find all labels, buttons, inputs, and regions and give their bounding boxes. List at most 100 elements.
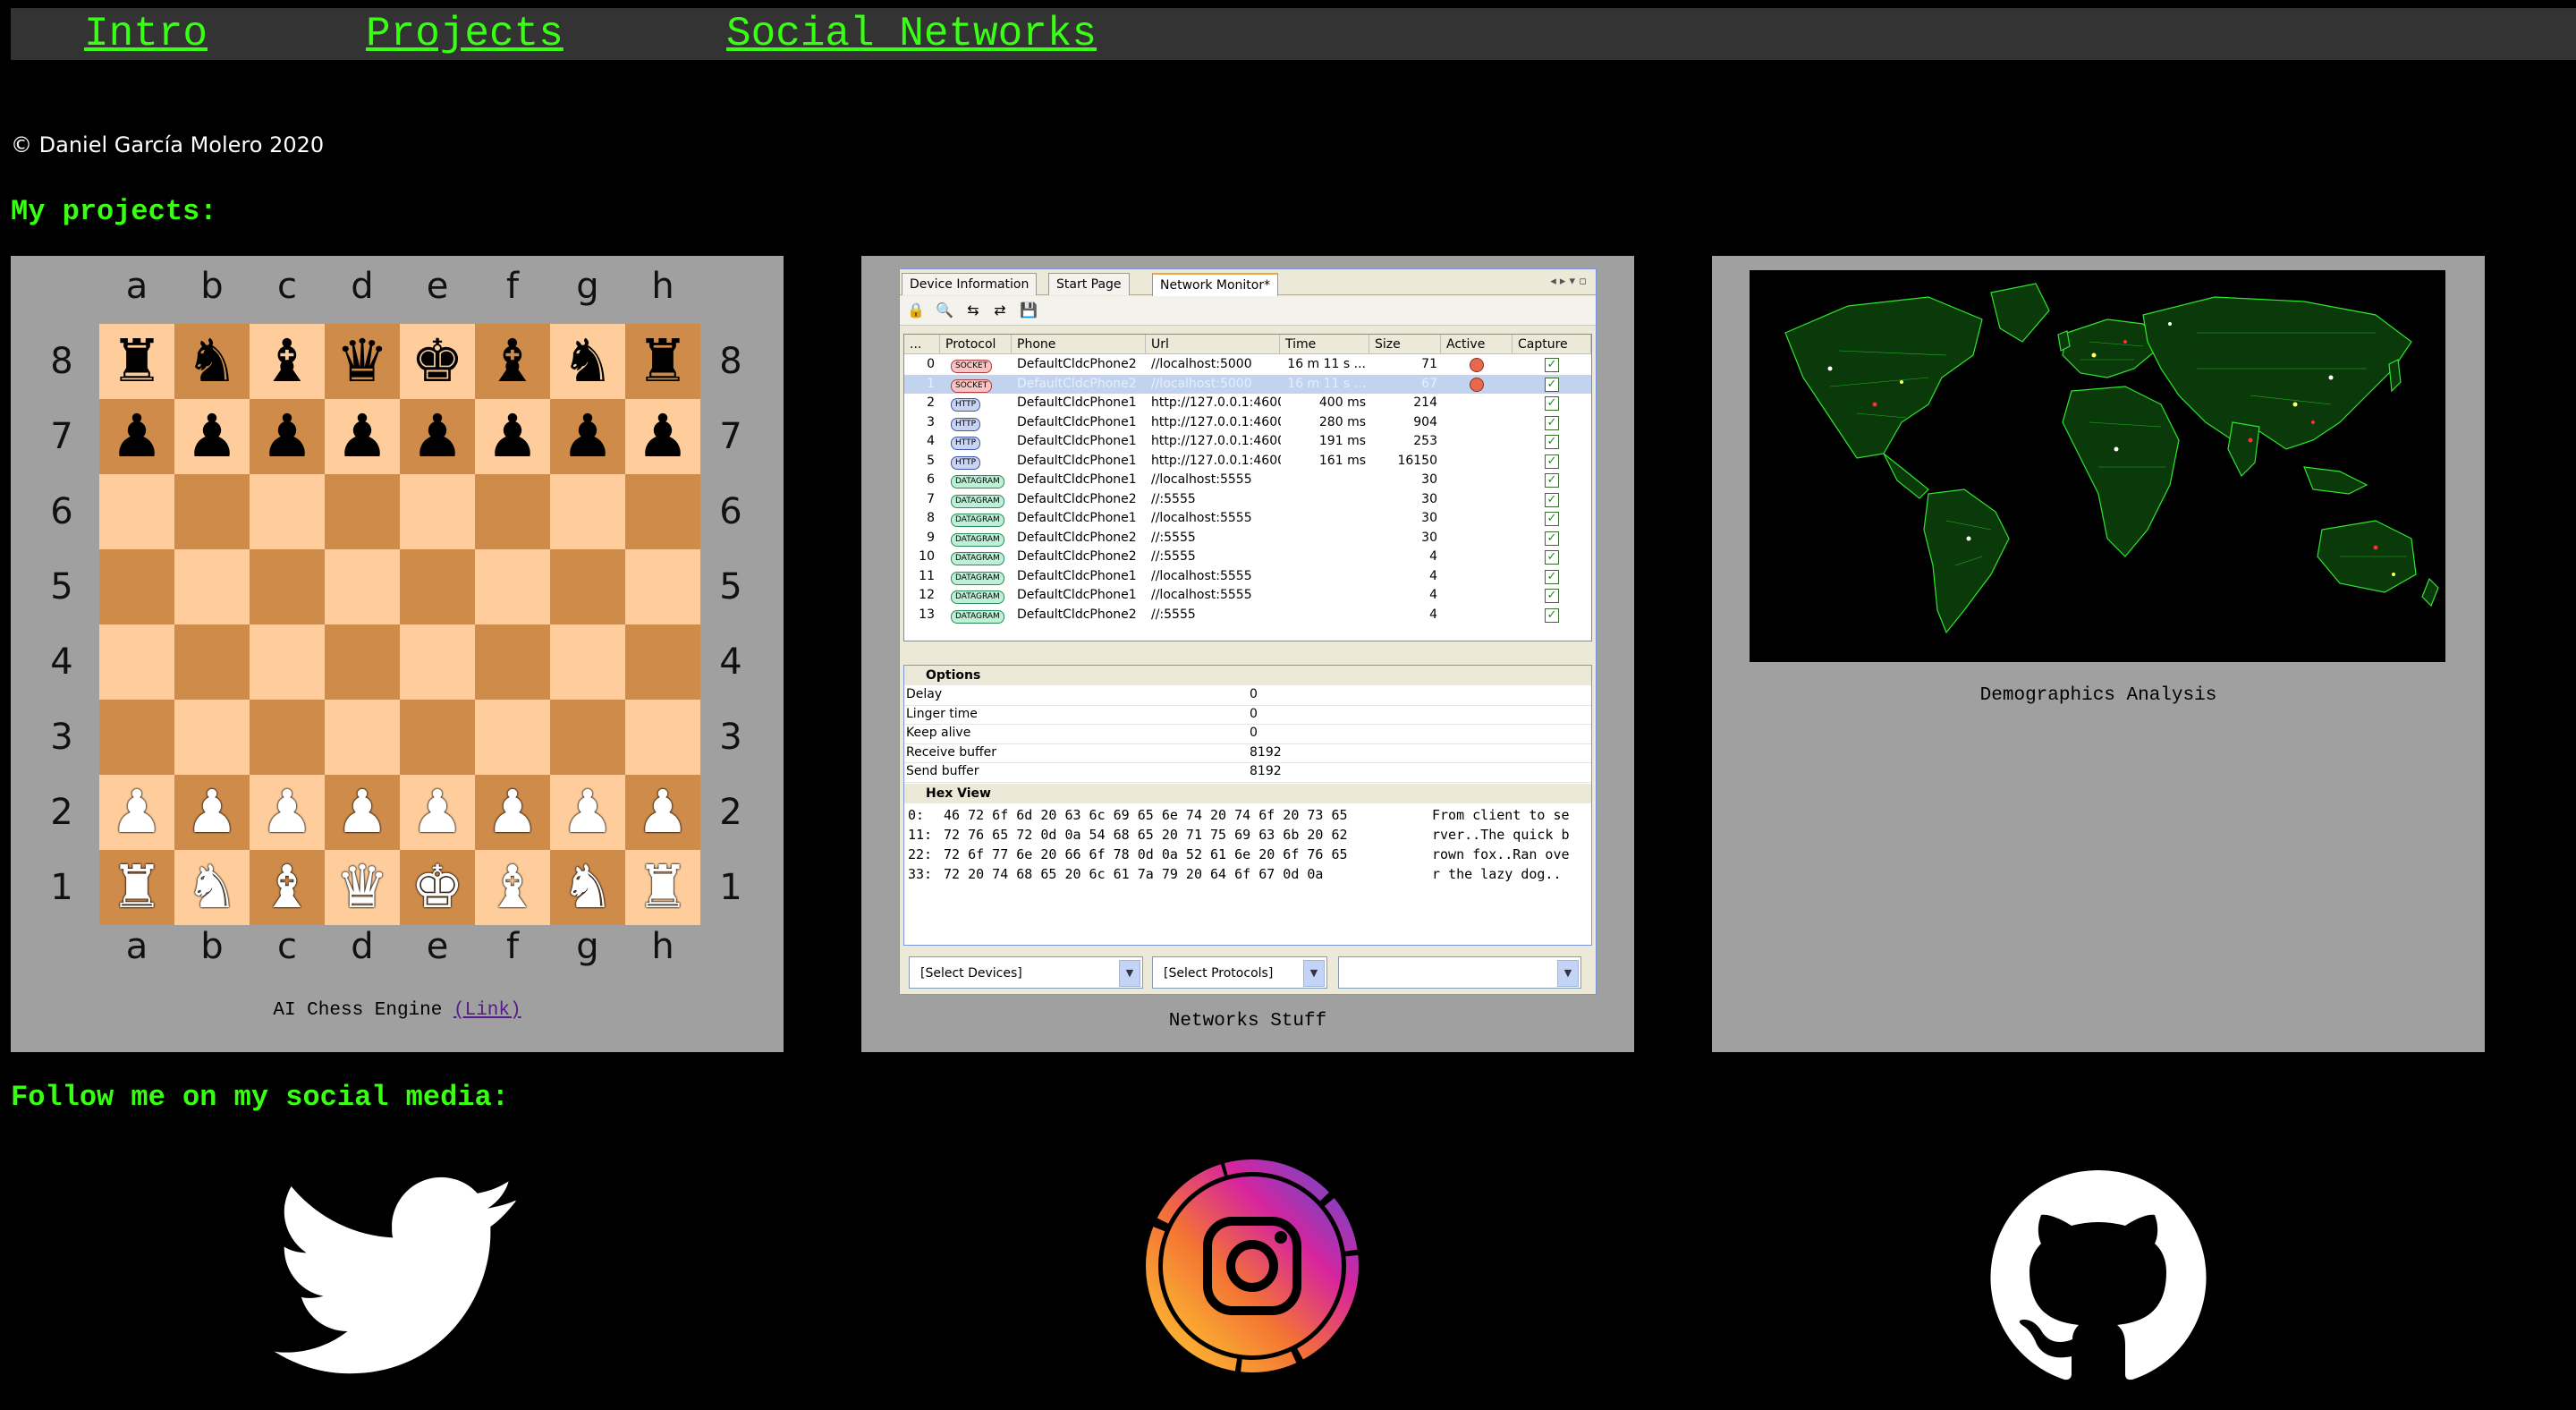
table-row[interactable]: 11 DATAGRAM DefaultCldcPhone1 //localhost:5… [904,567,1591,587]
square-c8[interactable]: ♝ [250,324,325,399]
square-a6[interactable] [99,474,174,549]
table-row[interactable]: 10 DATAGRAM DefaultCldcPhone2 //:5555 4 ✓ [904,548,1591,567]
options-header[interactable]: Options [904,666,1591,685]
square-c6[interactable] [250,474,325,549]
option-row[interactable]: Send buffer 8192 [904,762,1591,783]
chess-link[interactable]: (Link) [453,1000,521,1021]
capture-checkbox[interactable]: ✓ [1545,550,1559,565]
white-pawn-icon[interactable]: ♟ [260,783,313,842]
option-row[interactable]: Delay 0 [904,685,1591,706]
column-header[interactable]: Size [1369,335,1441,354]
lock-icon[interactable]: 🔒 [905,301,927,320]
black-queen-icon[interactable]: ♛ [335,332,388,391]
square-d2[interactable]: ♟ [325,775,400,850]
white-pawn-icon[interactable]: ♟ [110,783,163,842]
column-header[interactable]: Time [1280,335,1369,354]
square-a2[interactable]: ♟ [99,775,174,850]
black-rook-icon[interactable]: ♜ [636,332,689,391]
square-b2[interactable]: ♟ [174,775,250,850]
square-d6[interactable] [325,474,400,549]
square-d4[interactable] [325,624,400,700]
nav-link-projects[interactable]: Projects [366,12,564,56]
chess-board[interactable]: ♜ ♞ ♝ ♛ ♚ ♝ ♞ ♜ ♟ ♟ ♟ ♟ ♟ ♟ ♟ ♟ ♟ ♟ ♟ ♟ ♟ ♟ ♟ ♟ ♜ ♞ ♝ ♛ ♚ ♝ ♞ ♜ [99,324,700,925]
white-pawn-icon[interactable]: ♟ [636,783,689,842]
table-row[interactable]: 3 HTTP DefaultCldcPhone1 http://127.0.0.1:4… [904,413,1591,433]
capture-checkbox[interactable]: ✓ [1545,569,1559,584]
square-f7[interactable]: ♟ [475,399,550,474]
chevron-down-icon[interactable]: ▼ [1119,960,1140,987]
table-row[interactable]: 6 DATAGRAM DefaultCldcPhone1 //localhost:55… [904,471,1591,490]
square-f8[interactable]: ♝ [475,324,550,399]
hex-view-header[interactable]: Hex View [904,784,1591,803]
square-a3[interactable] [99,700,174,775]
square-g3[interactable] [550,700,625,775]
tab-network-monitor[interactable]: Network Monitor* [1152,273,1279,296]
square-e5[interactable] [400,549,475,624]
square-b8[interactable]: ♞ [174,324,250,399]
square-g6[interactable] [550,474,625,549]
square-g8[interactable]: ♞ [550,324,625,399]
protocol-select[interactable]: [Select Protocols] ▼ [1152,956,1327,989]
square-e4[interactable] [400,624,475,700]
capture-checkbox[interactable]: ✓ [1545,473,1559,488]
square-h7[interactable]: ♟ [625,399,700,474]
tab-device-information[interactable]: Device Information [902,273,1038,295]
black-pawn-icon[interactable]: ♟ [561,407,614,466]
black-pawn-icon[interactable]: ♟ [185,407,238,466]
option-row[interactable]: Keep alive 0 [904,724,1591,744]
black-pawn-icon[interactable]: ♟ [260,407,313,466]
square-c5[interactable] [250,549,325,624]
square-b4[interactable] [174,624,250,700]
white-pawn-icon[interactable]: ♟ [335,783,388,842]
import-icon[interactable]: ⇆ [962,301,984,320]
column-header[interactable]: ... [904,335,940,354]
black-rook-icon[interactable]: ♜ [110,332,163,391]
square-c4[interactable] [250,624,325,700]
capture-checkbox[interactable]: ✓ [1545,415,1559,430]
white-pawn-icon[interactable]: ♟ [486,783,538,842]
table-row[interactable]: 13 DATAGRAM DefaultCldcPhone2 //:5555 4 ✓ [904,606,1591,625]
table-row[interactable]: 4 HTTP DefaultCldcPhone1 http://127.0.0.1:4… [904,432,1591,452]
table-row[interactable]: 7 DATAGRAM DefaultCldcPhone2 //:5555 30 ✓ [904,490,1591,510]
black-pawn-icon[interactable]: ♟ [411,407,463,466]
nav-link-social-networks[interactable]: Social Networks [726,12,1097,56]
square-b3[interactable] [174,700,250,775]
square-c3[interactable] [250,700,325,775]
table-row[interactable]: 12 DATAGRAM DefaultCldcPhone1 //localhost:5… [904,586,1591,606]
capture-checkbox[interactable]: ✓ [1545,358,1559,372]
option-row[interactable]: Linger time 0 [904,705,1591,725]
square-c2[interactable]: ♟ [250,775,325,850]
tab-nav-arrows-icon[interactable]: ◂ ▸ ▾ ▫ [1550,275,1587,288]
capture-checkbox[interactable]: ✓ [1545,531,1559,546]
instagram-icon[interactable] [1118,1154,1386,1396]
square-f5[interactable] [475,549,550,624]
capture-checkbox[interactable]: ✓ [1545,512,1559,526]
square-b6[interactable] [174,474,250,549]
capture-checkbox[interactable]: ✓ [1545,492,1559,507]
table-row[interactable]: 5 HTTP DefaultCldcPhone1 http://127.0.0.1:4… [904,452,1591,471]
square-e2[interactable]: ♟ [400,775,475,850]
black-pawn-icon[interactable]: ♟ [636,407,689,466]
square-b7[interactable]: ♟ [174,399,250,474]
square-e8[interactable]: ♚ [400,324,475,399]
table-row[interactable]: 9 DATAGRAM DefaultCldcPhone2 //:5555 30 ✓ [904,529,1591,548]
square-a5[interactable] [99,549,174,624]
white-pawn-icon[interactable]: ♟ [561,783,614,842]
white-pawn-icon[interactable]: ♟ [411,783,463,842]
square-f6[interactable] [475,474,550,549]
column-header[interactable]: Protocol [940,335,1012,354]
square-a4[interactable] [99,624,174,700]
option-row[interactable]: Receive buffer 8192 [904,743,1591,763]
nav-link-intro[interactable]: Intro [84,12,208,56]
capture-checkbox[interactable]: ✓ [1545,454,1559,469]
square-h3[interactable] [625,700,700,775]
square-h2[interactable]: ♟ [625,775,700,850]
square-e7[interactable]: ♟ [400,399,475,474]
square-b5[interactable] [174,549,250,624]
square-g7[interactable]: ♟ [550,399,625,474]
square-d5[interactable] [325,549,400,624]
black-knight-icon[interactable]: ♞ [185,332,238,391]
black-king-icon[interactable]: ♚ [411,332,463,391]
white-pawn-icon[interactable]: ♟ [185,783,238,842]
black-pawn-icon[interactable]: ♟ [486,407,538,466]
